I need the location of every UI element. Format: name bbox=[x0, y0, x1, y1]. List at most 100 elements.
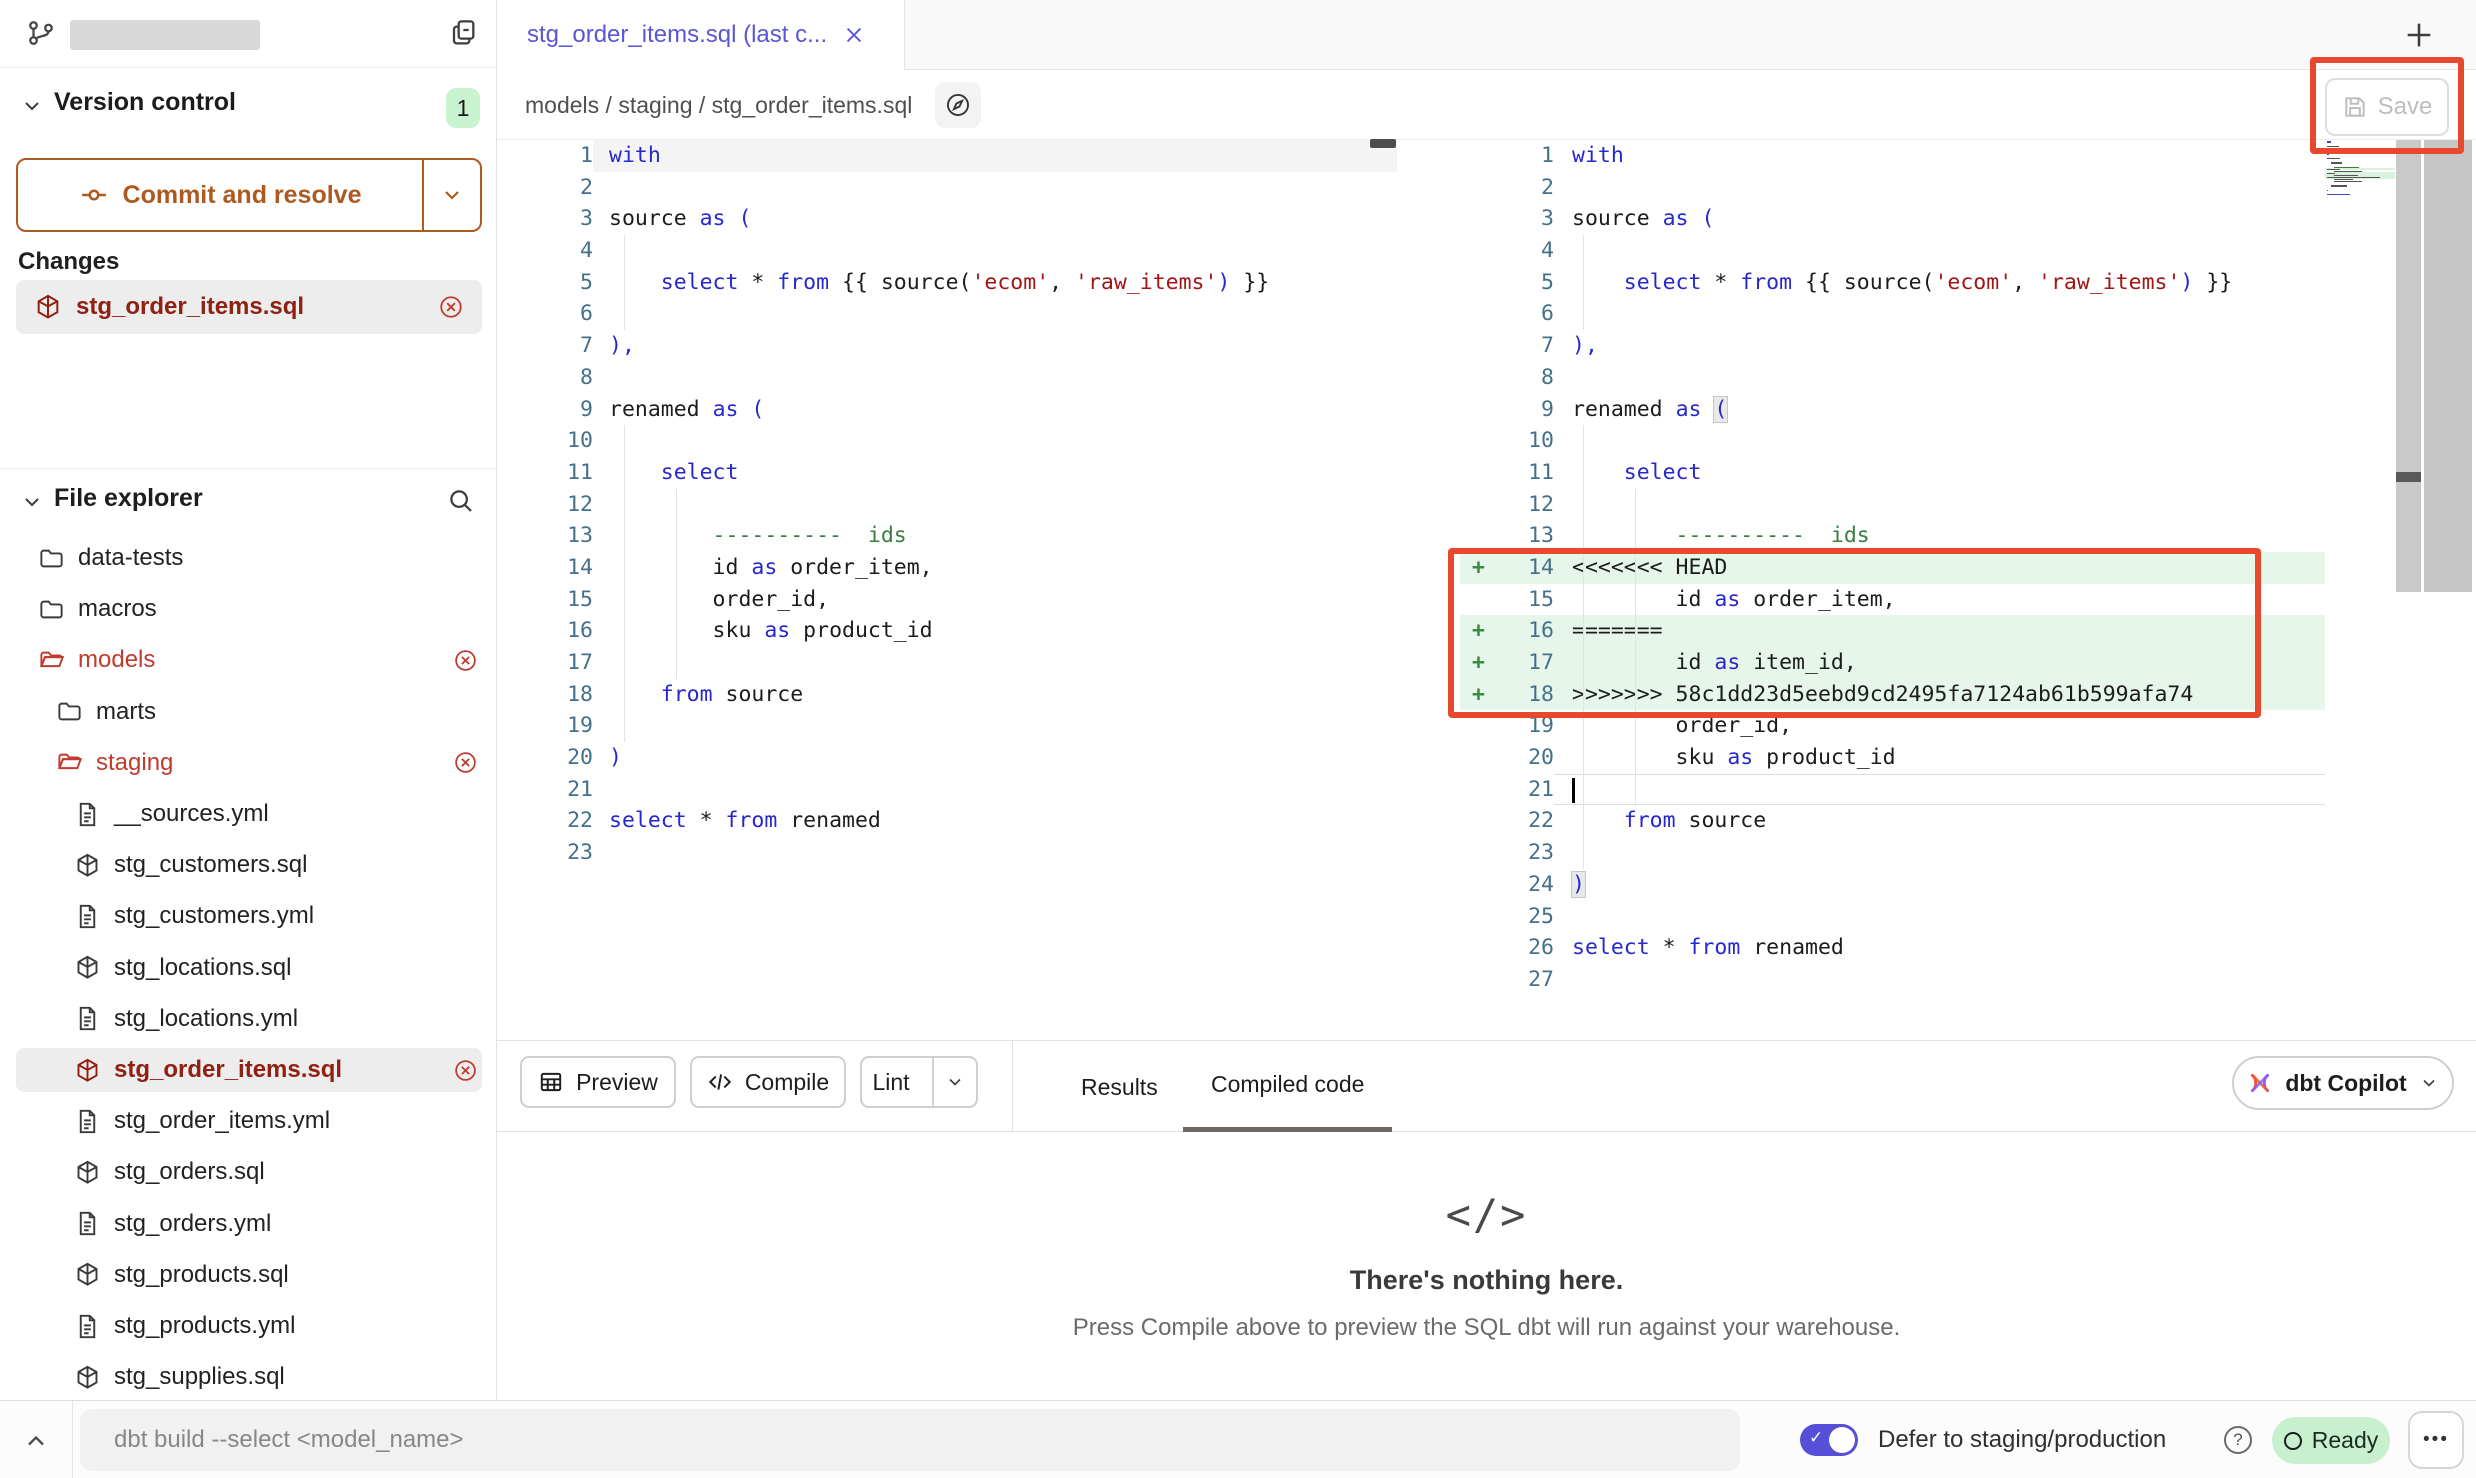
editor-pane-right[interactable]: 1with23source as (45 select * from {{ so… bbox=[1460, 140, 2325, 996]
file-icon bbox=[74, 801, 101, 828]
code-line: 22 from source bbox=[1460, 805, 2325, 837]
defer-toggle[interactable]: ✓ bbox=[1800, 1424, 1858, 1456]
search-icon[interactable] bbox=[446, 486, 476, 516]
file-explorer-item-staging[interactable]: staging bbox=[16, 741, 482, 785]
commit-options-dropdown[interactable] bbox=[422, 160, 480, 230]
status-bar-divider bbox=[72, 1401, 73, 1478]
conflict-icon[interactable] bbox=[438, 294, 464, 320]
lint-label: Lint bbox=[862, 1069, 920, 1096]
minimap-slider[interactable] bbox=[2422, 140, 2472, 592]
dbt-copilot-icon bbox=[2247, 1070, 2273, 1096]
changed-file-row[interactable]: stg_order_items.sql bbox=[16, 280, 482, 334]
code-line: 24) bbox=[1460, 869, 2325, 901]
changed-file-name: stg_order_items.sql bbox=[76, 293, 424, 321]
tab-stg-order-items[interactable]: stg_order_items.sql (last c... bbox=[497, 0, 905, 70]
file-explorer-item-stg_customers.yml[interactable]: stg_customers.yml bbox=[16, 894, 482, 938]
scrollbar-thumb[interactable] bbox=[2396, 472, 2421, 482]
code-line: 10 bbox=[1460, 425, 2325, 457]
model-icon bbox=[74, 1057, 101, 1084]
file-name: stg_customers.yml bbox=[114, 902, 482, 930]
file-icon bbox=[74, 1210, 101, 1237]
preview-button[interactable]: Preview bbox=[520, 1056, 676, 1108]
command-input[interactable]: dbt build --select <model_name> bbox=[80, 1409, 1740, 1471]
file-explorer-item-stg_supplies.sql[interactable]: stg_supplies.sql bbox=[16, 1355, 482, 1399]
tab-results[interactable]: Results bbox=[1053, 1041, 1186, 1133]
file-explorer-item-__sources.yml[interactable]: __sources.yml bbox=[16, 792, 482, 836]
code-line: 16 sku as product_id bbox=[497, 615, 1397, 647]
model-icon bbox=[74, 1261, 101, 1288]
code-line: 11 select bbox=[497, 457, 1397, 489]
toggle-knob bbox=[1829, 1427, 1855, 1453]
file-explorer-item-stg_order_items.yml[interactable]: stg_order_items.yml bbox=[16, 1099, 482, 1143]
code-line: 19 bbox=[497, 710, 1397, 742]
indent-guide bbox=[676, 489, 677, 679]
version-control-collapse-icon[interactable] bbox=[20, 94, 44, 118]
editor-minimap[interactable] bbox=[2325, 141, 2395, 198]
empty-state-title: There's nothing here. bbox=[497, 1265, 2476, 1296]
conflict-icon[interactable] bbox=[453, 750, 478, 775]
file-explorer-item-stg_locations.sql[interactable]: stg_locations.sql bbox=[16, 946, 482, 990]
editor-pane-left[interactable]: 1with23source as (45 select * from {{ so… bbox=[497, 140, 1397, 869]
conflict-icon[interactable] bbox=[453, 648, 478, 673]
code-line: 8 bbox=[497, 362, 1397, 394]
code-icon bbox=[707, 1069, 733, 1095]
file-explorer-item-stg_orders.sql[interactable]: stg_orders.sql bbox=[16, 1150, 482, 1194]
file-explorer-item-stg_products.yml[interactable]: stg_products.yml bbox=[16, 1304, 482, 1348]
file-name: stg_locations.sql bbox=[114, 954, 482, 982]
code-line: +16======= bbox=[1460, 615, 2325, 647]
file-explorer-item-data-tests[interactable]: data-tests bbox=[16, 536, 482, 580]
code-line: 21 bbox=[497, 774, 1397, 806]
file-explorer-item-stg_order_items.sql[interactable]: stg_order_items.sql bbox=[16, 1048, 482, 1092]
file-explorer-collapse-icon[interactable] bbox=[20, 490, 44, 514]
lineage-compass-icon[interactable] bbox=[935, 82, 981, 128]
model-icon bbox=[74, 1159, 101, 1186]
code-line: 20) bbox=[497, 742, 1397, 774]
code-line: 5 select * from {{ source('ecom', 'raw_i… bbox=[1460, 267, 2325, 299]
chevron-down-icon bbox=[440, 183, 464, 207]
file-explorer-item-stg_locations.yml[interactable]: stg_locations.yml bbox=[16, 997, 482, 1041]
file-explorer-item-stg_customers.sql[interactable]: stg_customers.sql bbox=[16, 843, 482, 887]
help-icon[interactable]: ? bbox=[2224, 1426, 2252, 1454]
copy-files-icon[interactable] bbox=[448, 16, 480, 48]
file-explorer-item-stg_orders.yml[interactable]: stg_orders.yml bbox=[16, 1202, 482, 1246]
code-line: 1with bbox=[497, 140, 1397, 172]
right-editor-scrollbar[interactable] bbox=[2396, 140, 2421, 592]
code-line: 22select * from renamed bbox=[497, 805, 1397, 837]
sidebar-top-row bbox=[0, 0, 497, 68]
file-name: staging bbox=[96, 749, 440, 777]
lint-dropdown[interactable] bbox=[932, 1058, 976, 1106]
model-icon bbox=[74, 1364, 101, 1391]
code-line: +17 id as item_id, bbox=[1460, 647, 2325, 679]
commit-and-resolve-button[interactable]: Commit and resolve bbox=[16, 158, 482, 232]
git-branch-icon[interactable] bbox=[26, 18, 56, 48]
code-line: 14 id as order_item, bbox=[497, 552, 1397, 584]
folder-open-icon bbox=[38, 647, 65, 674]
file-name: stg_order_items.yml bbox=[114, 1107, 482, 1135]
defer-label: Defer to staging/production bbox=[1878, 1401, 2166, 1478]
code-line: 4 bbox=[497, 235, 1397, 267]
indent-guide bbox=[1583, 235, 1584, 330]
file-explorer-item-macros[interactable]: macros bbox=[16, 587, 482, 631]
compile-button[interactable]: Compile bbox=[690, 1056, 846, 1108]
file-explorer-item-stg_products.sql[interactable]: stg_products.sql bbox=[16, 1253, 482, 1297]
dbt-copilot-button[interactable]: dbt Copilot bbox=[2232, 1056, 2454, 1110]
close-icon[interactable] bbox=[843, 24, 865, 46]
file-explorer-item-marts[interactable]: marts bbox=[16, 690, 482, 734]
code-line: 2 bbox=[497, 172, 1397, 204]
code-line: 15 order_id, bbox=[497, 584, 1397, 616]
more-options-button[interactable]: ••• bbox=[2408, 1411, 2464, 1469]
chevron-up-icon[interactable] bbox=[22, 1427, 50, 1455]
file-icon bbox=[74, 1005, 101, 1032]
new-tab-plus-icon[interactable] bbox=[2402, 18, 2436, 52]
tab-compiled-code[interactable]: Compiled code bbox=[1183, 1041, 1392, 1133]
left-editor-scrollbar-thumb[interactable] bbox=[1370, 139, 1396, 148]
file-explorer-item-models[interactable]: models bbox=[16, 638, 482, 682]
save-button[interactable]: Save bbox=[2325, 78, 2449, 136]
lint-button[interactable]: Lint bbox=[860, 1056, 978, 1108]
text-cursor bbox=[1572, 778, 1575, 803]
folder-icon bbox=[38, 596, 65, 623]
changes-section-label: Changes bbox=[18, 248, 119, 276]
save-button-label: Save bbox=[2378, 93, 2433, 121]
code-line: 11 select bbox=[1460, 457, 2325, 489]
conflict-icon[interactable] bbox=[453, 1058, 478, 1083]
